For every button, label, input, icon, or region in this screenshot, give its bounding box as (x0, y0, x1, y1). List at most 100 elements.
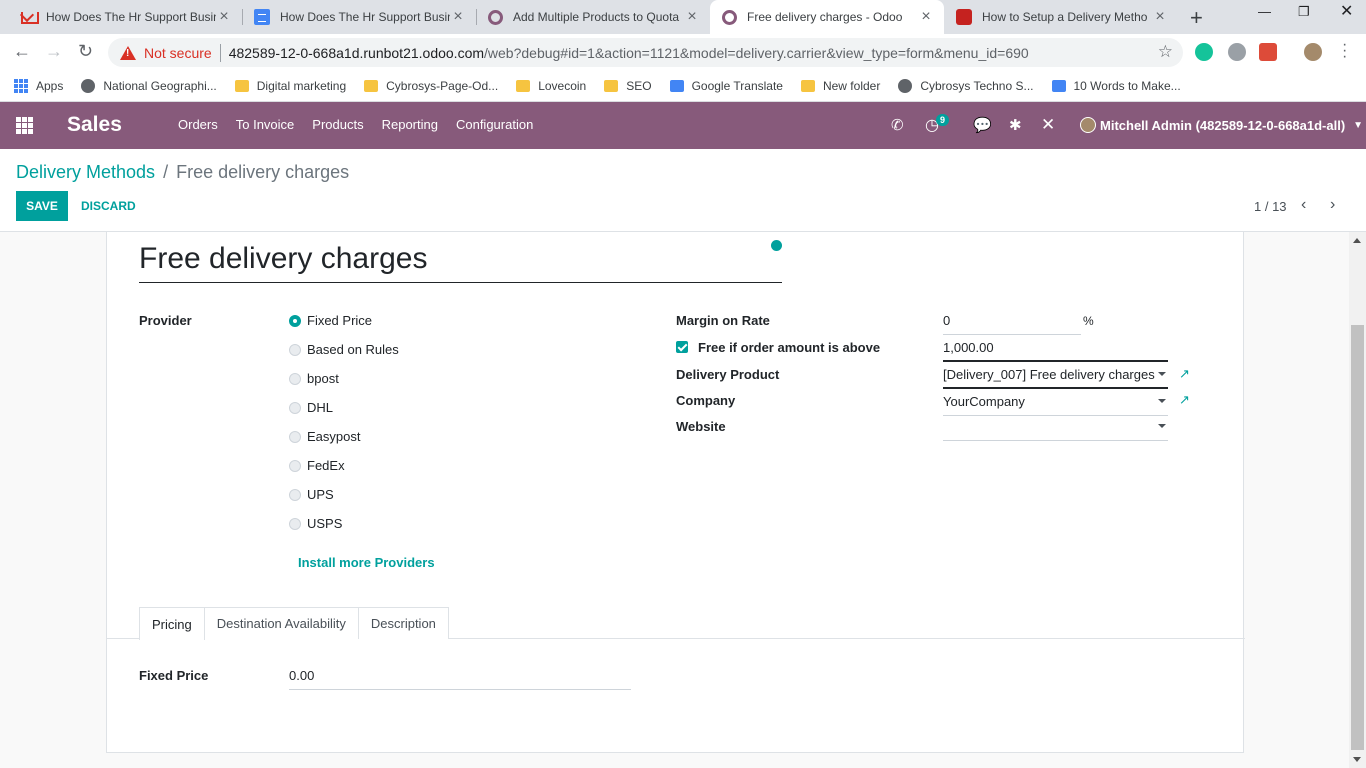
provider-option-dhl[interactable]: DHL (289, 400, 333, 415)
close-icon[interactable]: × (450, 8, 466, 26)
provider-option-easypost[interactable]: Easypost (289, 429, 360, 444)
delivery-product-select[interactable]: [Delivery_007] Free delivery charges (943, 367, 1168, 389)
window-close-icon[interactable]: ✕ (1340, 1, 1353, 21)
chevron-down-icon[interactable] (1158, 424, 1166, 428)
radio-icon[interactable] (289, 401, 301, 414)
radio-icon[interactable] (289, 517, 301, 530)
scrollbar-thumb[interactable] (1351, 325, 1364, 750)
restore-icon[interactable]: ❐ (1298, 4, 1310, 20)
company-select[interactable]: YourCompany (943, 394, 1168, 416)
gmail-icon (20, 9, 39, 25)
scroll-down-icon[interactable] (1353, 757, 1361, 762)
chevron-down-icon[interactable] (1158, 399, 1166, 403)
google-plus-icon[interactable] (1259, 43, 1277, 61)
form-sheet: Free delivery charges Provider Fixed Pri… (106, 232, 1245, 753)
bookmark-star-icon[interactable]: ☆ (1158, 42, 1173, 62)
install-more-providers-link[interactable]: Install more Providers (298, 555, 435, 570)
bookmark-apps[interactable]: Apps (14, 79, 63, 93)
apps-menu-icon[interactable] (16, 117, 33, 134)
record-title-input[interactable]: Free delivery charges (139, 242, 782, 283)
url-omnibox[interactable]: Not secure 482589-12-0-668a1d.runbot21.o… (108, 38, 1183, 67)
pager-previous-icon[interactable]: ‹ (1301, 196, 1306, 214)
translate-icon (669, 80, 684, 92)
tab-description[interactable]: Description (357, 607, 449, 639)
extension-icon[interactable] (1228, 43, 1246, 61)
radio-label: Based on Rules (307, 342, 399, 357)
close-icon[interactable]: × (918, 8, 934, 26)
external-link-icon[interactable]: ↗ (1179, 392, 1190, 408)
menu-orders[interactable]: Orders (178, 117, 218, 132)
new-tab-icon[interactable]: + (1190, 5, 1203, 31)
pager-value[interactable]: 1 / 13 (1254, 199, 1287, 214)
grammarly-icon[interactable] (1195, 43, 1213, 61)
menu-configuration[interactable]: Configuration (456, 117, 533, 132)
phone-icon[interactable]: ✆ (891, 116, 904, 134)
provider-option-based-on-rules[interactable]: Based on Rules (289, 342, 399, 357)
menu-to-invoice[interactable]: To Invoice (236, 117, 295, 132)
not-secure-label[interactable]: Not secure (144, 45, 212, 61)
fixed-price-input[interactable]: 0.00 (289, 668, 631, 690)
discard-button[interactable]: DISCARD (81, 199, 136, 213)
reload-icon[interactable]: ↻ (78, 41, 93, 62)
tab-destination-availability[interactable]: Destination Availability (203, 607, 359, 639)
browser-tab-3[interactable]: Add Multiple Products to Quota × (476, 0, 710, 34)
radio-icon[interactable] (289, 459, 301, 472)
close-icon[interactable]: × (216, 8, 232, 26)
bookmark-national-geographic[interactable]: National Geographi... (81, 79, 217, 93)
tab-pricing[interactable]: Pricing (139, 607, 205, 640)
radio-icon[interactable] (289, 488, 301, 501)
provider-option-usps[interactable]: USPS (289, 516, 342, 531)
minimize-icon[interactable]: — (1258, 4, 1271, 19)
app-brand[interactable]: Sales (67, 113, 122, 137)
top-menu: Orders To Invoice Products Reporting Con… (178, 117, 551, 132)
free-if-above-checkbox[interactable] (676, 341, 688, 353)
tools-icon[interactable]: ✕ (1041, 115, 1055, 135)
pager-next-icon[interactable]: › (1330, 196, 1335, 214)
odoo-main-navbar: Sales Orders To Invoice Products Reporti… (0, 102, 1366, 149)
browser-tab-4-active[interactable]: Free delivery charges - Odoo × (710, 0, 944, 34)
debug-bug-icon[interactable]: ✱ (1009, 116, 1022, 134)
delivery-product-label: Delivery Product (676, 367, 780, 382)
bookmark-new-folder[interactable]: New folder (800, 79, 880, 93)
close-icon[interactable]: × (1152, 8, 1168, 26)
chat-icon[interactable]: 💬 (973, 116, 992, 134)
scroll-up-icon[interactable] (1353, 238, 1361, 243)
menu-reporting[interactable]: Reporting (382, 117, 438, 132)
external-link-icon[interactable]: ↗ (1179, 366, 1190, 382)
free-amount-input[interactable]: 1,000.00 (943, 340, 1168, 362)
browser-tab-1[interactable]: How Does The Hr Support Busin × (8, 0, 242, 34)
bookmark-10-words[interactable]: 10 Words to Make... (1051, 79, 1181, 93)
user-menu[interactable]: Mitchell Admin (482589-12-0-668a1d-all) … (1080, 117, 1363, 133)
back-icon[interactable]: ← (13, 41, 31, 62)
close-icon[interactable]: × (684, 8, 700, 26)
bookmark-google-translate[interactable]: Google Translate (669, 79, 783, 93)
radio-label: Fixed Price (307, 313, 373, 328)
provider-option-ups[interactable]: UPS (289, 487, 334, 502)
breadcrumb-current: Free delivery charges (176, 162, 350, 182)
browser-tab-2[interactable]: How Does The Hr Support Busin × (242, 0, 476, 34)
profile-avatar-icon[interactable] (1304, 43, 1322, 61)
warning-icon (120, 45, 136, 60)
radio-icon[interactable] (289, 372, 301, 385)
breadcrumb-delivery-methods[interactable]: Delivery Methods (16, 162, 155, 183)
browser-tab-5[interactable]: How to Setup a Delivery Metho × (944, 0, 1178, 34)
website-select[interactable] (943, 419, 1168, 441)
bookmark-cybrosys-techno[interactable]: Cybrosys Techno S... (898, 79, 1034, 93)
menu-products[interactable]: Products (312, 117, 363, 132)
provider-option-bpost[interactable]: bpost (289, 371, 339, 386)
bookmark-digital-marketing[interactable]: Digital marketing (234, 79, 346, 93)
bookmark-cybrosys-page[interactable]: Cybrosys-Page-Od... (364, 79, 498, 93)
radio-checked-icon[interactable] (289, 314, 301, 327)
provider-option-fedex[interactable]: FedEx (289, 458, 345, 473)
provider-option-fixed-price[interactable]: Fixed Price (289, 313, 372, 328)
forward-icon[interactable]: → (45, 41, 63, 62)
save-button[interactable]: SAVE (16, 191, 68, 221)
margin-on-rate-input[interactable]: 0 (943, 313, 1081, 335)
bookmark-lovecoin[interactable]: Lovecoin (516, 79, 586, 93)
globe-icon (81, 79, 96, 93)
radio-icon[interactable] (289, 343, 301, 356)
chevron-down-icon[interactable] (1158, 372, 1166, 376)
bookmark-seo[interactable]: SEO (604, 79, 652, 93)
radio-icon[interactable] (289, 430, 301, 443)
browser-menu-icon[interactable]: · · · (1342, 37, 1347, 65)
